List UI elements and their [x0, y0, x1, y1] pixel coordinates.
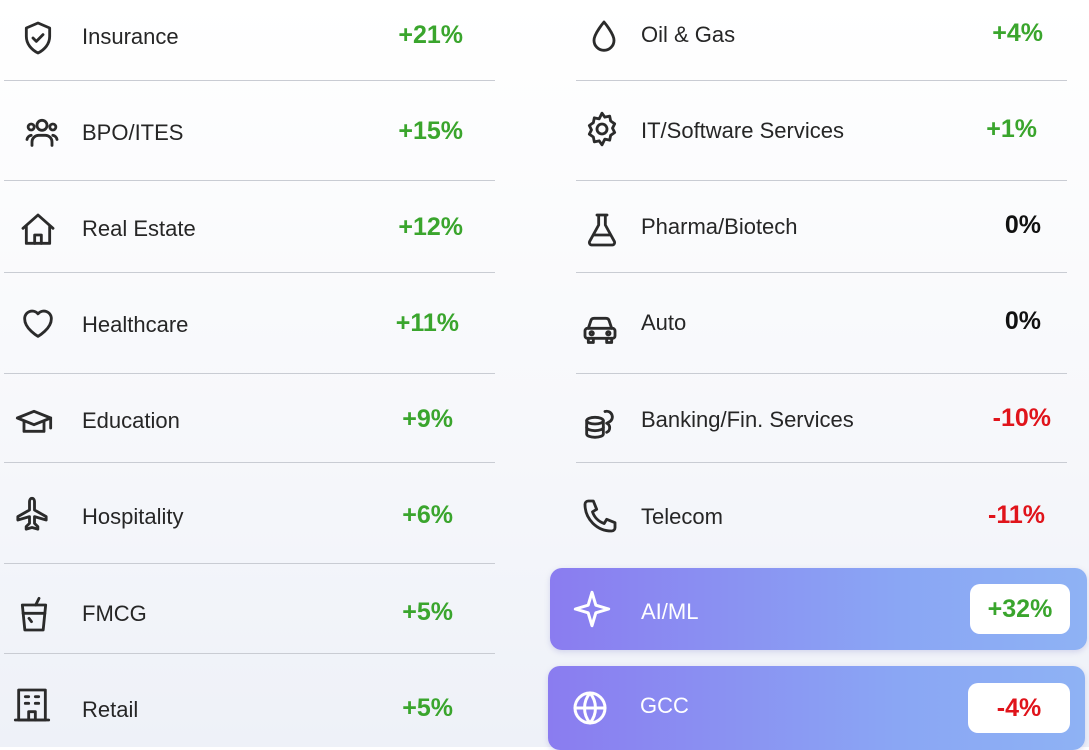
list-item: Education +9%	[4, 373, 495, 463]
coins-icon	[580, 404, 620, 444]
industry-label: Healthcare	[82, 312, 189, 337]
sparkle-icon	[572, 589, 612, 629]
airplane-icon	[12, 495, 52, 535]
list-item: Telecom -11%	[576, 462, 1067, 563]
graduation-cap-icon	[14, 403, 54, 443]
gear-icon	[582, 109, 622, 149]
growth-value: +6%	[402, 501, 453, 529]
industry-label: AI/ML	[641, 599, 699, 624]
growth-value: 0%	[1004, 211, 1041, 239]
shield-check-icon	[18, 18, 58, 58]
growth-value: +12%	[398, 213, 463, 241]
industry-label: Insurance	[82, 24, 179, 49]
heart-icon	[18, 303, 58, 343]
growth-value: -11%	[988, 501, 1045, 529]
growth-value: +9%	[402, 405, 453, 433]
list-item: Hospitality +6%	[4, 462, 495, 564]
list-item: BPO/ITES +15%	[4, 80, 495, 181]
list-item: IT/Software Services +1%	[576, 80, 1067, 181]
industry-label: Pharma/Biotech	[641, 214, 798, 239]
growth-value: +15%	[398, 117, 463, 145]
industry-label: IT/Software Services	[641, 118, 844, 143]
list-item: Retail +5%	[4, 653, 495, 747]
flask-icon	[582, 210, 622, 250]
car-icon	[580, 310, 620, 350]
growth-value: 0%	[1004, 307, 1041, 335]
industry-label: Telecom	[641, 504, 723, 529]
growth-value: +1%	[986, 115, 1037, 143]
phone-icon	[580, 496, 620, 536]
growth-value: +11%	[395, 309, 459, 337]
store-building-icon	[12, 685, 52, 725]
growth-value: +5%	[402, 694, 453, 722]
industry-label: FMCG	[82, 601, 147, 626]
highlight-row-gcc: GCC -4%	[548, 666, 1085, 750]
industry-label: Education	[82, 408, 180, 433]
people-group-icon	[22, 112, 62, 152]
industry-label: Real Estate	[82, 216, 196, 241]
list-item: Auto 0%	[576, 272, 1067, 374]
industry-label: Hospitality	[82, 504, 184, 529]
industry-label: Banking/Fin. Services	[641, 407, 854, 432]
industry-label: BPO/ITES	[82, 120, 184, 145]
growth-value: +21%	[398, 21, 463, 49]
industry-label: Oil & Gas	[641, 22, 736, 47]
industry-label: Auto	[641, 310, 687, 335]
industry-label: Retail	[82, 697, 139, 722]
growth-value: -4%	[996, 693, 1042, 722]
list-item: FMCG +5%	[4, 563, 495, 654]
growth-value: +4%	[992, 19, 1043, 47]
list-item: Oil & Gas +4%	[576, 0, 1067, 81]
growth-value: +32%	[987, 594, 1053, 623]
list-item: Pharma/Biotech 0%	[576, 180, 1067, 273]
list-item: Healthcare +11%	[4, 272, 495, 374]
growth-pill: -4%	[968, 683, 1070, 733]
drop-icon	[584, 17, 624, 57]
house-icon	[18, 210, 58, 250]
highlight-row-ai-ml: AI/ML +32%	[550, 568, 1087, 650]
growth-pill: +32%	[970, 584, 1070, 634]
growth-value: +5%	[402, 598, 453, 626]
drink-cup-icon	[14, 595, 54, 635]
industry-label: GCC	[640, 693, 689, 718]
growth-value: -10%	[992, 404, 1051, 432]
list-item: Insurance +21%	[4, 0, 495, 81]
list-item: Real Estate +12%	[4, 180, 495, 273]
list-item: Banking/Fin. Services -10%	[576, 373, 1067, 463]
globe-icon	[570, 688, 610, 728]
